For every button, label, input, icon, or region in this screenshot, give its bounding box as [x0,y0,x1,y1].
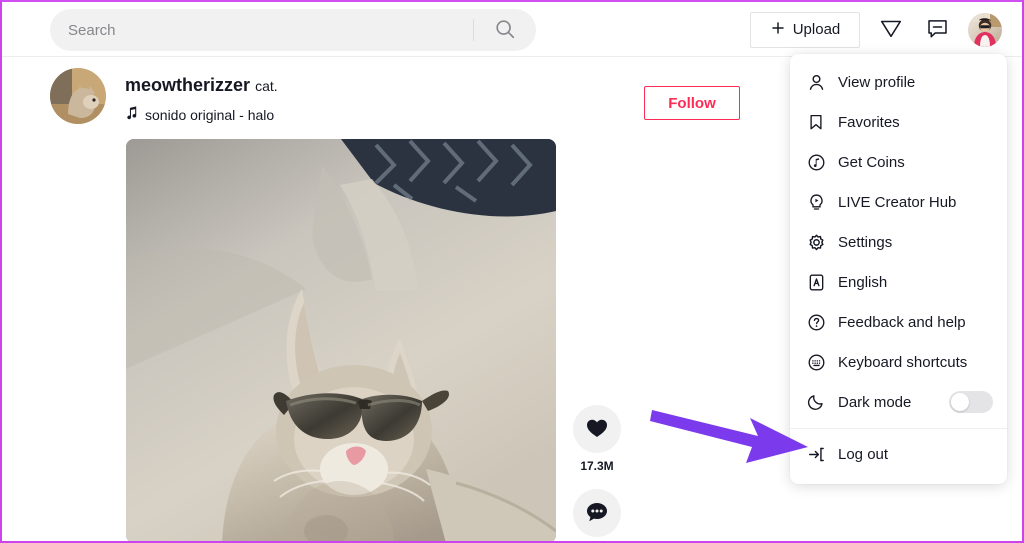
menu-item-settings[interactable]: Settings [790,222,1007,262]
search-input[interactable] [50,9,473,51]
menu-item-log-out[interactable]: Log out [790,434,1007,474]
action-rail: 17.3M 74.3K [573,405,621,541]
search-button[interactable] [474,9,536,51]
user-icon [806,72,826,92]
header-actions: Upload [750,2,1002,57]
menu-item-label: Dark mode [838,393,912,411]
feed-post: meowtherizzer cat. sonido original - hal… [50,68,740,541]
menu-item-label: Get Coins [838,153,905,171]
music-note-icon [125,106,138,123]
dark-mode-toggle[interactable] [949,391,993,413]
messages-button[interactable] [922,15,952,45]
menu-item-label: Settings [838,233,893,251]
video-frame [126,139,556,541]
app-header: Upload [2,2,1022,57]
like-count: 17.3M [580,459,614,473]
question-icon [806,312,826,332]
menu-item-label: Feedback and help [838,313,966,331]
upload-button[interactable]: Upload [750,11,860,48]
menu-item-feedback[interactable]: Feedback and help [790,302,1007,342]
post-author-avatar[interactable] [50,68,106,124]
menu-item-label: Favorites [838,113,900,131]
inbox-button[interactable] [876,15,906,45]
profile-avatar [968,12,1002,47]
coin-icon [806,152,826,172]
post-music-label: sonido original - halo [145,106,275,123]
menu-item-get-coins[interactable]: Get Coins [790,142,1007,182]
search-bar[interactable] [50,9,536,51]
like-button[interactable] [573,405,621,453]
menu-item-label: Keyboard shortcuts [838,353,968,371]
post-author-line: meowtherizzer cat. [125,74,278,97]
search-icon [494,18,516,43]
menu-item-language[interactable]: English [790,262,1007,302]
profile-dropdown-menu: View profile Favorites Get Coins LIVE Cr… [790,54,1007,484]
menu-item-view-profile[interactable]: View profile [790,62,1007,102]
post-music[interactable]: sonido original - halo [125,106,278,123]
menu-item-label: LIVE Creator Hub [838,193,957,211]
post-meta: meowtherizzer cat. sonido original - hal… [125,68,278,123]
post-author-name[interactable]: meowtherizzer [125,75,250,95]
toggle-knob [951,393,969,411]
message-icon [925,16,950,44]
keyboard-icon [806,352,826,372]
menu-item-favorites[interactable]: Favorites [790,102,1007,142]
follow-button[interactable]: Follow [644,86,740,120]
menu-item-keyboard-shortcuts[interactable]: Keyboard shortcuts [790,342,1007,382]
arrow-shape [650,410,808,463]
menu-divider [790,428,1007,429]
menu-item-live-creator-hub[interactable]: LIVE Creator Hub [790,182,1007,222]
post-header: meowtherizzer cat. sonido original - hal… [50,68,740,124]
upload-button-label: Upload [792,21,841,38]
comment-icon [585,500,609,527]
plus-icon [770,20,786,40]
post-author-nickname: cat. [255,78,278,94]
gear-icon [806,232,826,252]
video-player[interactable] [126,139,556,541]
moon-icon [806,392,826,412]
menu-item-label: Log out [838,445,889,463]
bulb-icon [806,192,826,212]
comment-button[interactable] [573,489,621,537]
annotation-arrow [650,400,810,476]
menu-item-label: View profile [838,73,916,91]
menu-item-label: English [838,273,888,291]
bookmark-icon [806,112,826,132]
language-icon [806,272,826,292]
logout-icon [806,444,826,464]
menu-item-dark-mode[interactable]: Dark mode [790,382,1007,422]
profile-avatar-button[interactable] [968,12,1002,47]
send-icon [878,15,904,44]
heart-icon [585,416,609,443]
browser-viewport: Upload [0,0,1024,543]
